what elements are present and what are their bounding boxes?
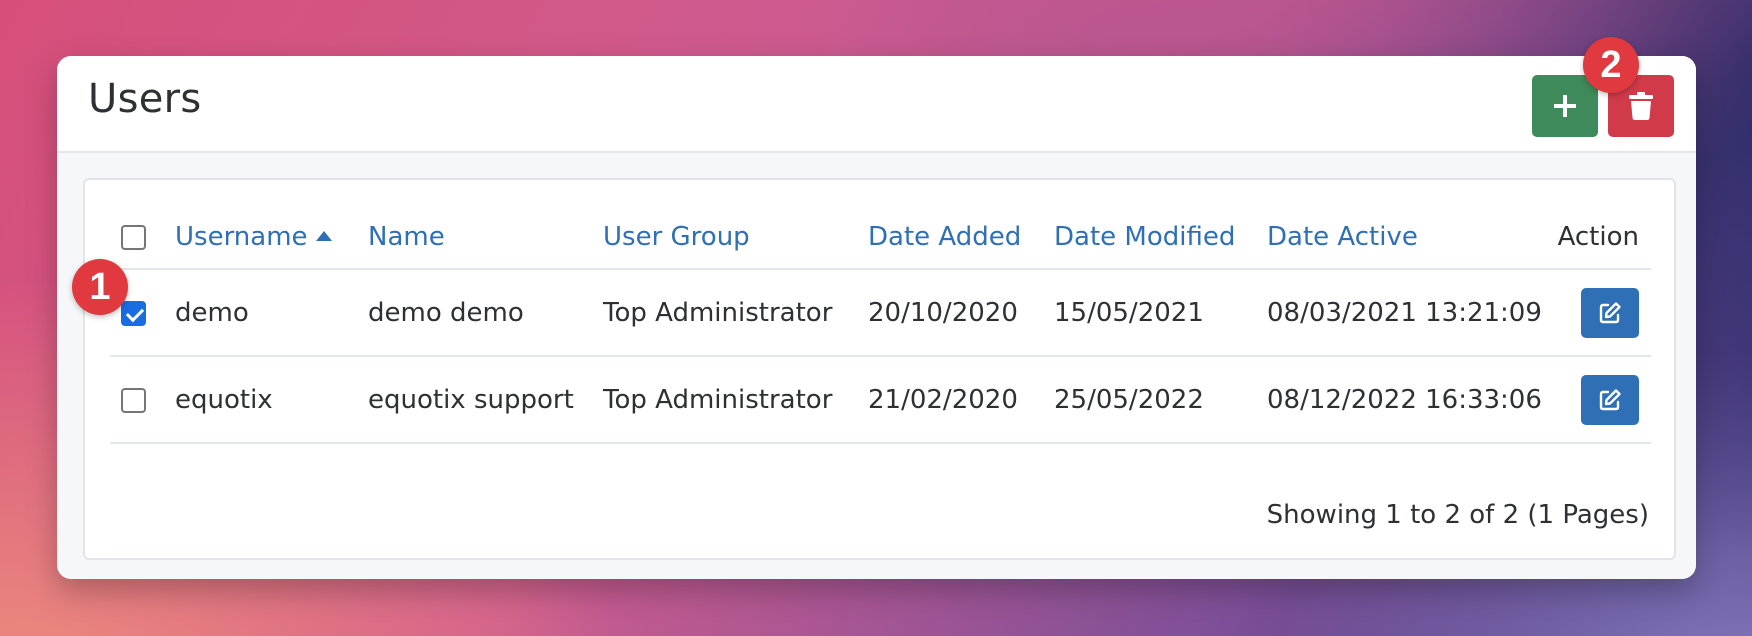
cell-date-active: 08/12/2022 16:33:06	[1267, 356, 1542, 444]
cell-action	[1541, 356, 1651, 444]
column-header-label: Username	[175, 222, 308, 252]
page-title: Users	[88, 76, 202, 122]
cell-user-group: Top Administrator	[603, 356, 868, 444]
cell-date-active: 08/03/2021 13:21:09	[1267, 269, 1542, 357]
column-header-username[interactable]: Username	[175, 206, 368, 270]
row-checkbox[interactable]	[121, 387, 146, 413]
cell-date-added: 20/10/2020	[868, 269, 1054, 357]
column-header-name[interactable]: Name	[368, 206, 603, 270]
step-badge-1: 1	[72, 259, 128, 315]
cell-name: demo demo	[368, 269, 603, 357]
cell-username: demo	[175, 269, 368, 357]
column-header-action: Action	[1541, 206, 1651, 270]
column-header-date-active[interactable]: Date Active	[1267, 206, 1542, 270]
cell-user-group: Top Administrator	[603, 269, 868, 357]
cell-date-added: 21/02/2020	[868, 356, 1054, 444]
select-all-checkbox[interactable]	[121, 225, 146, 250]
edit-icon	[1599, 301, 1621, 323]
column-header-user-group[interactable]: User Group	[603, 206, 868, 270]
select-all-cell	[110, 206, 175, 270]
cell-username: equotix	[175, 356, 368, 444]
column-header-date-modified[interactable]: Date Modified	[1054, 206, 1267, 270]
step-badge-2: 2	[1583, 37, 1639, 93]
edit-icon	[1599, 388, 1621, 410]
row-checkbox-checked[interactable]	[121, 300, 146, 326]
trash-icon	[1629, 92, 1653, 120]
sort-ascending-icon	[315, 231, 332, 241]
row-select-cell	[110, 356, 175, 444]
users-panel: Users Username Name User Group Date Adde…	[57, 56, 1696, 579]
edit-user-button[interactable]	[1581, 287, 1639, 338]
edit-user-button[interactable]	[1581, 374, 1639, 425]
panel-header: Users	[57, 56, 1696, 153]
pagination-summary: Showing 1 to 2 of 2 (1 Pages)	[1266, 500, 1649, 530]
column-header-date-added[interactable]: Date Added	[868, 206, 1054, 270]
add-user-button[interactable]	[1532, 75, 1598, 137]
plus-icon	[1554, 95, 1576, 117]
cell-date-modified: 15/05/2021	[1054, 269, 1267, 357]
cell-action	[1541, 269, 1651, 357]
user-table-container: Username Name User Group Date Added Date…	[83, 178, 1676, 560]
table-row: demo demo demo Top Administrator 20/10/2…	[110, 269, 1651, 357]
table-row: equotix equotix support Top Administrato…	[110, 356, 1651, 444]
table-header-row: Username Name User Group Date Added Date…	[110, 206, 1651, 270]
panel-body: Username Name User Group Date Added Date…	[57, 153, 1696, 579]
cell-date-modified: 25/05/2022	[1054, 356, 1267, 444]
user-table: Username Name User Group Date Added Date…	[110, 206, 1651, 444]
cell-name: equotix support	[368, 356, 603, 444]
